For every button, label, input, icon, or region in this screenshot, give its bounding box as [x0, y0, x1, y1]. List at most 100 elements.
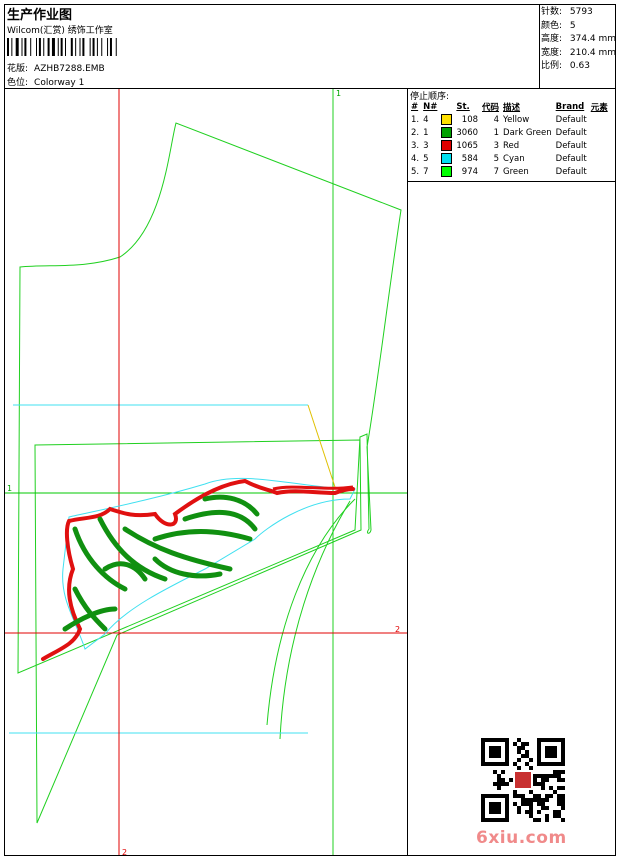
stat-stitches: 针数: 5793 — [541, 6, 616, 20]
stop-element — [589, 113, 610, 126]
stat-scale-label: 比例: — [541, 61, 563, 71]
axis-label-h1: 1 — [7, 484, 12, 493]
stop-needle: 3 — [423, 140, 429, 151]
axis-label-v1: 1 — [336, 89, 341, 98]
stop-table-bottom — [407, 181, 616, 182]
sleeve-curve-outer — [266, 498, 356, 726]
motif-red-stem — [272, 485, 354, 491]
stat-stitches-value: 5793 — [569, 7, 593, 17]
colorway-value: Colorway 1 — [34, 78, 85, 88]
motif-leaf-2 — [97, 516, 168, 582]
stop-needle: 4 — [423, 114, 429, 125]
stat-width-label: 宽度: — [541, 47, 563, 58]
qr-code — [481, 738, 565, 822]
stat-scale: 比例: 0.63 — [541, 60, 616, 74]
stop-sequence-table: # N# St. 代码 描述 Brand 元素 1. 4 108 4 Yellow Def… — [409, 100, 610, 178]
design-file-value: AZHB7288.EMB — [34, 64, 105, 74]
stop-row: 4. 5 584 5 Cyan Default — [409, 152, 610, 165]
motif-leaf-1 — [72, 526, 128, 592]
stop-swatch — [439, 165, 454, 178]
col-element: 元素 — [590, 102, 608, 113]
embroidery-preview: 1 2 1 2 — [5, 89, 407, 855]
stop-index: 4. — [411, 153, 420, 164]
stat-height-value: 374.4 mm — [569, 34, 617, 44]
col-brand: Brand — [555, 101, 585, 112]
stop-description: Green — [503, 166, 529, 177]
stat-width: 宽度: 210.4 mm — [541, 47, 616, 61]
stop-swatch — [439, 139, 454, 152]
stat-width-value: 210.4 mm — [569, 47, 617, 58]
col-needle: N# — [423, 101, 438, 112]
stop-code: 7 — [493, 166, 500, 177]
colorway-label: 色位: — [7, 78, 29, 88]
col-color — [439, 100, 454, 113]
stop-stitches: 3060 — [456, 127, 479, 138]
stop-brand: Default — [555, 140, 587, 151]
stop-code: 5 — [493, 153, 500, 164]
motif-leaf-5 — [182, 509, 258, 532]
stop-element — [589, 126, 610, 139]
stop-swatch — [439, 126, 454, 139]
page-title: 生产作业图 — [7, 8, 73, 23]
stop-needle: 1 — [423, 127, 429, 138]
stat-colors: 颜色: 5 — [541, 20, 616, 34]
stop-description: Yellow — [503, 114, 530, 125]
col-stitches: St. — [456, 101, 470, 112]
col-description: 描述 — [503, 102, 521, 113]
stat-colors-value: 5 — [569, 20, 576, 31]
barcode — [7, 38, 117, 56]
axis-label-h2: 2 — [395, 625, 400, 634]
stop-needle: 5 — [423, 153, 429, 164]
color-swatch — [441, 140, 453, 151]
stop-row: 3. 3 1065 3 Red Default — [409, 139, 610, 152]
stop-code: 1 — [493, 127, 500, 138]
stat-scale-value: 0.63 — [569, 61, 590, 71]
stop-needle: 7 — [423, 166, 429, 177]
stop-element — [589, 152, 610, 165]
color-swatch — [441, 127, 453, 138]
stop-description: Dark Green — [503, 127, 552, 138]
company-name: Wilcom(汇赏) 绣饰工作室 — [7, 26, 113, 36]
stop-brand: Default — [555, 166, 587, 177]
stats-divider — [539, 4, 540, 88]
stop-row: 5. 7 974 7 Green Default — [409, 165, 610, 178]
stop-stitches: 108 — [461, 114, 479, 125]
stop-element — [589, 139, 610, 152]
stat-height-label: 高度: — [541, 34, 563, 44]
stat-colors-label: 颜色: — [541, 20, 563, 31]
stop-swatch — [439, 113, 454, 126]
stop-brand: Default — [555, 114, 587, 125]
design-file-label: 花版: — [7, 64, 29, 74]
col-code: 代码 — [482, 102, 500, 113]
stop-row: 2. 1 3060 1 Dark Green Default — [409, 126, 610, 139]
motif-leaf-4 — [152, 529, 253, 542]
motif-leaf-10 — [152, 556, 223, 579]
stop-code: 3 — [493, 140, 500, 151]
stop-stitches: 1065 — [456, 140, 479, 151]
stop-row: 1. 4 108 4 Yellow Default — [409, 113, 610, 126]
embroidery-motif — [41, 477, 356, 661]
stop-code: 4 — [493, 114, 500, 125]
design-file-line: 花版: AZHB7288.EMB — [7, 61, 105, 74]
colorway-line: 色位: Colorway 1 — [7, 75, 84, 88]
design-stats: 针数: 5793 颜色: 5 高度: 374.4 mm 宽度: 210.4 mm… — [541, 6, 616, 74]
site-watermark: 6xiu.com — [476, 828, 567, 848]
stop-brand: Default — [555, 153, 587, 164]
color-swatch — [441, 166, 453, 177]
stop-element — [589, 165, 610, 178]
yellow-connector — [307, 404, 336, 488]
stop-stitches: 974 — [461, 166, 479, 177]
stop-description: Red — [503, 140, 520, 151]
stop-table-header: # N# St. 代码 描述 Brand 元素 — [409, 100, 610, 113]
stop-index: 1. — [411, 114, 420, 125]
design-panel-divider — [407, 88, 408, 856]
axis-label-v2: 2 — [122, 848, 127, 855]
col-index: # — [411, 101, 419, 112]
stat-stitches-label: 针数: — [541, 7, 563, 17]
stop-stitches: 584 — [461, 153, 479, 164]
stop-index: 5. — [411, 166, 420, 177]
stop-index: 2. — [411, 127, 420, 138]
stop-description: Cyan — [503, 153, 525, 164]
color-swatch — [441, 153, 453, 164]
stop-swatch — [439, 152, 454, 165]
